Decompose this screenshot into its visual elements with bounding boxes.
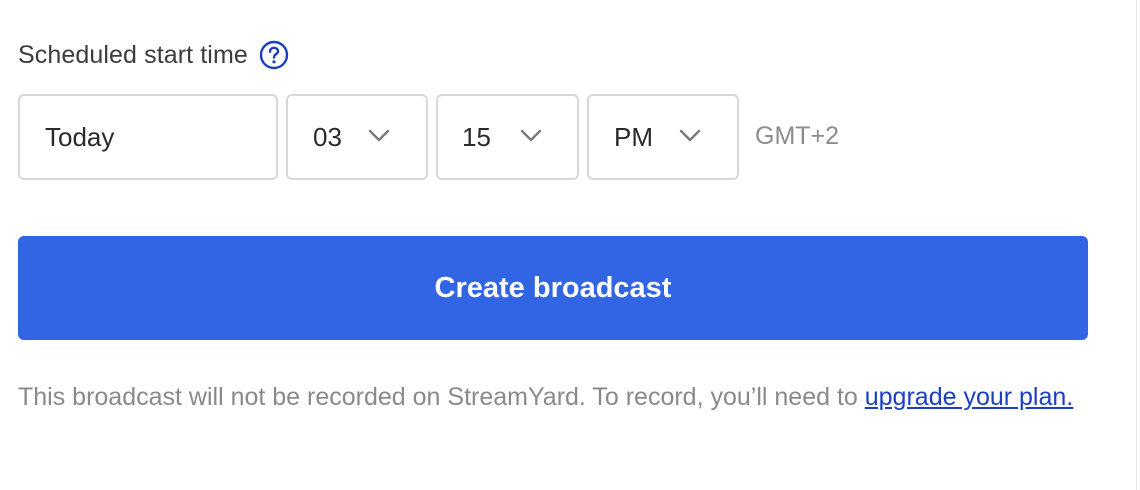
ampm-value: PM [614, 121, 653, 152]
date-select[interactable]: Today [18, 94, 278, 180]
minute-value: 15 [462, 121, 491, 152]
question-circle-icon[interactable] [259, 40, 289, 70]
upgrade-plan-link[interactable]: upgrade your plan. [865, 383, 1073, 411]
schedule-label-row: Scheduled start time [18, 38, 289, 72]
hour-select[interactable]: 03 [286, 94, 428, 180]
scheduled-start-time-label: Scheduled start time [18, 40, 248, 69]
ampm-select[interactable]: PM [587, 94, 739, 180]
date-value: Today [45, 121, 115, 152]
timezone-label: GMT+2 [755, 122, 840, 150]
chevron-down-icon [368, 129, 390, 142]
chevron-down-icon [679, 129, 701, 142]
panel-right-border [1136, 0, 1137, 490]
create-broadcast-button[interactable]: Create broadcast [18, 236, 1088, 340]
chevron-down-icon [520, 129, 542, 142]
hour-value: 03 [313, 121, 342, 152]
minute-select[interactable]: 15 [436, 94, 579, 180]
recording-notice: This broadcast will not be recorded on S… [18, 374, 1108, 420]
recording-notice-text: This broadcast will not be recorded on S… [18, 383, 865, 411]
